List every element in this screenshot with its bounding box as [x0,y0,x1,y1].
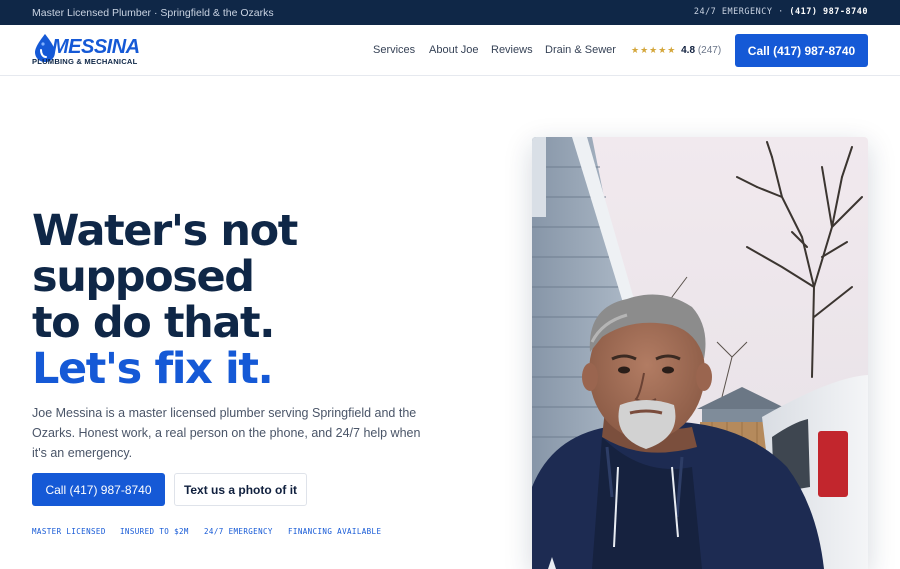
badge-financing: FINANCING AVAILABLE [288,527,382,536]
header-call-button[interactable]: Call (417) 987-8740 [735,34,868,67]
brand-name: MESSINA [52,36,140,58]
nav-item-reviews[interactable]: Reviews [491,44,533,56]
headline-line: to do that. [32,298,275,348]
top-bar-emergency[interactable]: 24/7 EMERGENCY · (417) 987-8740 [694,7,868,17]
brand-logo[interactable]: MESSINA PLUMBING & MECHANICAL [32,33,156,69]
emergency-label: 24/7 EMERGENCY · [693,7,784,17]
nav-item-drain-sewer[interactable]: Drain & Sewer [545,44,616,56]
headline-line: supposed [32,252,255,302]
headline-line: Water's not [32,206,298,256]
rating-count: (247) [697,45,722,56]
emergency-phone-link[interactable]: (417) 987-8740 [789,7,868,17]
badge-emergency: 24/7 EMERGENCY [204,527,273,536]
star-icon: ★★★★★ [631,45,677,55]
badge-insured: INSURED TO $2M [120,527,189,536]
top-bar-tagline: Master Licensed Plumber · Springfield & … [32,7,274,19]
rating-summary[interactable]: ★★★★★ 4.8 (247) [631,45,721,56]
hero-intro: Joe Messina is a master licensed plumber… [32,406,421,460]
nav-item-services[interactable]: Services [373,44,415,56]
hero-headline: Water's not supposed to do that. Let's f… [32,206,298,394]
hero-photo [532,137,868,569]
hero-call-button[interactable]: Call (417) 987-8740 [32,473,165,506]
badge-master-licensed: MASTER LICENSED [32,527,106,536]
top-bar: Master Licensed Plumber · Springfield & … [0,0,900,25]
nav-item-about-joe[interactable]: About Joe [429,44,479,56]
rating-score: 4.8 [681,45,696,56]
headline-accent: Let's fix it. [32,344,274,394]
brand-subtitle: PLUMBING & MECHANICAL [32,57,138,66]
site-header: MESSINA PLUMBING & MECHANICAL Services A… [0,25,900,76]
plumber-portrait-image [532,137,868,569]
text-photo-button[interactable]: Text us a photo of it [174,473,307,506]
